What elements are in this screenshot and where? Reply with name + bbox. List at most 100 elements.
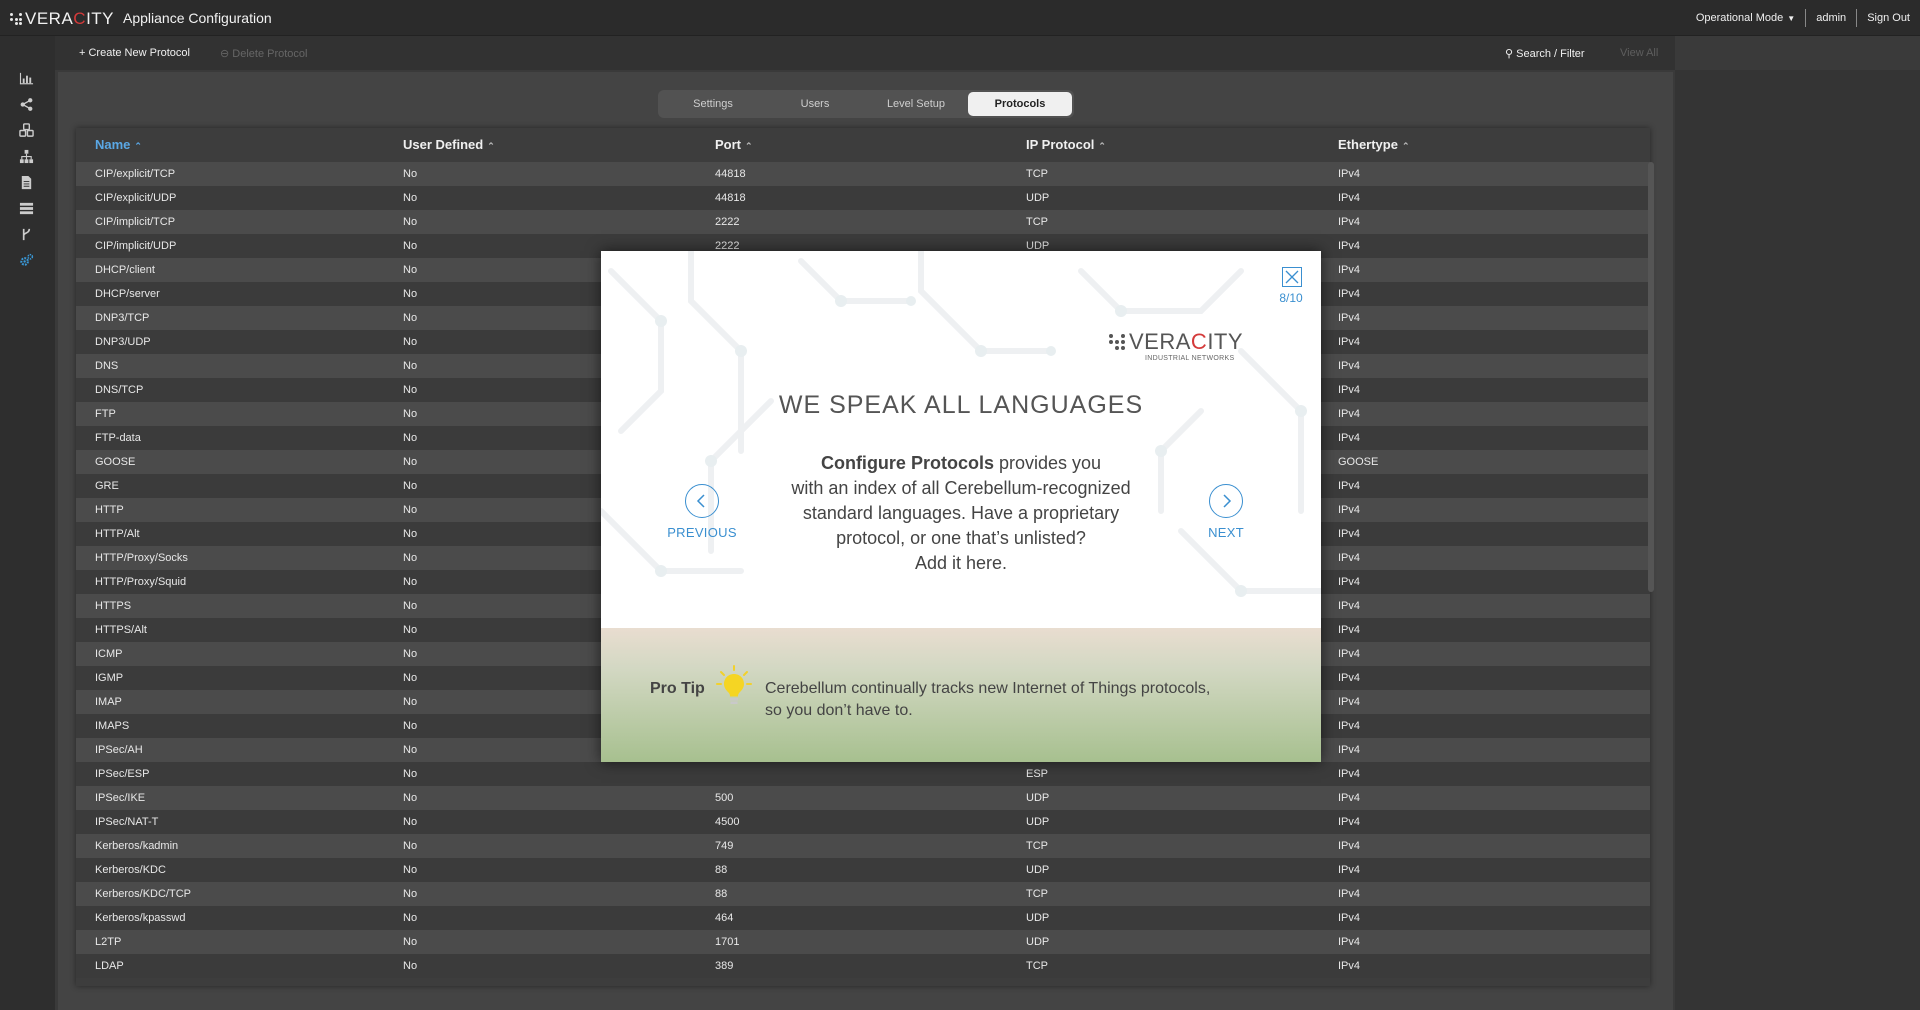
table-cell: IPv4 <box>1338 720 1361 732</box>
table-cell: 4500 <box>715 816 740 828</box>
table-cell: No <box>403 264 418 276</box>
veracity-logo[interactable]: VERACITY <box>10 9 114 29</box>
bar-chart-icon[interactable] <box>18 70 35 87</box>
table-cell: IPv4 <box>1338 480 1361 492</box>
column-header-ip-protocol[interactable]: IP Protocol ⌃ <box>1026 137 1106 152</box>
table-cell: No <box>403 432 418 444</box>
body-line: provides you <box>993 453 1102 473</box>
sign-out-link[interactable]: Sign Out <box>1857 12 1920 24</box>
config-tabs: Settings Users Level Setup Protocols <box>658 90 1074 118</box>
tab-protocols[interactable]: Protocols <box>968 92 1072 116</box>
table-cell: IPv4 <box>1338 624 1361 636</box>
sort-arrow-icon: ⌃ <box>487 141 495 151</box>
view-all-button[interactable]: View All <box>1620 47 1658 59</box>
table-row[interactable]: LDAP No 389 TCP IPv4 <box>76 954 1650 978</box>
table-cell: IMAP <box>95 696 122 708</box>
table-cell: No <box>403 528 418 540</box>
table-row[interactable]: L2TP No 1701 UDP IPv4 <box>76 930 1650 954</box>
logo-wordmark: VERACITY <box>25 9 115 28</box>
table-cell: No <box>403 816 418 828</box>
table-cell: IPv4 <box>1338 192 1361 204</box>
next-button[interactable]: NEXT <box>1176 484 1276 540</box>
table-cell: CIP/implicit/UDP <box>95 240 177 252</box>
user-menu[interactable]: admin <box>1806 12 1856 24</box>
table-row[interactable]: Kerberos/kadmin No 749 TCP IPv4 <box>76 834 1650 858</box>
table-row[interactable]: Kerberos/KDC No 88 UDP IPv4 <box>76 858 1650 882</box>
tab-settings[interactable]: Settings <box>660 92 766 116</box>
search-filter-button[interactable]: ⚲ Search / Filter <box>1505 47 1585 60</box>
mode-dropdown[interactable]: Operational Mode ▼ <box>1686 12 1805 24</box>
column-header-port[interactable]: Port ⌃ <box>715 137 753 152</box>
column-header-name[interactable]: Name ⌃ <box>95 137 142 152</box>
table-cell: No <box>403 360 418 372</box>
share-icon[interactable] <box>18 96 35 113</box>
table-cell: IPv4 <box>1338 552 1361 564</box>
logo-subtitle: INDUSTRIAL NETWORKS <box>1145 355 1235 362</box>
table-row[interactable]: Kerberos/KDC/TCP No 88 TCP IPv4 <box>76 882 1650 906</box>
right-pane <box>1675 70 1920 1010</box>
table-cell: Kerberos/kadmin <box>95 840 179 852</box>
table-cell: No <box>403 552 418 564</box>
column-header-user-defined[interactable]: User Defined ⌃ <box>403 137 495 152</box>
column-header-ethertype[interactable]: Ethertype ⌃ <box>1338 137 1410 152</box>
tab-level-setup[interactable]: Level Setup <box>864 92 968 116</box>
table-cell: TCP <box>1026 216 1048 228</box>
delete-protocol-button[interactable]: ⊖ Delete Protocol <box>220 47 307 60</box>
table-cell: No <box>403 744 418 756</box>
table-row[interactable]: IPSec/ESP No ESP IPv4 <box>76 762 1650 786</box>
document-icon[interactable] <box>18 174 35 191</box>
create-protocol-button[interactable]: + Create New Protocol <box>79 47 190 59</box>
table-cell: 500 <box>715 792 734 804</box>
table-cell: IPv4 <box>1338 648 1361 660</box>
toolbar: + Create New Protocol ⊖ Delete Protocol … <box>55 36 1675 70</box>
table-cell: No <box>403 240 418 252</box>
table-row[interactable]: IPSec/NAT-T No 4500 UDP IPv4 <box>76 810 1650 834</box>
table-cell: UDP <box>1026 912 1050 924</box>
table-cell: HTTP <box>95 504 124 516</box>
close-button[interactable] <box>1282 267 1302 287</box>
server-icon[interactable] <box>18 200 35 217</box>
table-row[interactable]: CIP/implicit/TCP No 2222 TCP IPv4 <box>76 210 1650 234</box>
table-cell: DNP3/TCP <box>95 312 150 324</box>
top-right-menu: Operational Mode ▼ admin Sign Out <box>1686 0 1920 36</box>
modal-body-text: Configure Protocols provides you with an… <box>761 451 1161 576</box>
table-cell: No <box>403 672 418 684</box>
table-cell: IPSec/AH <box>95 744 143 756</box>
table-cell: IPv4 <box>1338 936 1361 948</box>
branch-icon[interactable] <box>18 226 35 243</box>
table-cell: Kerberos/KDC <box>95 864 166 876</box>
tip-line: so you don’t have to. <box>765 702 913 719</box>
table-cell: IPv4 <box>1338 576 1361 588</box>
tab-users[interactable]: Users <box>766 92 864 116</box>
table-scrollbar[interactable] <box>1648 162 1654 592</box>
table-cell: Kerberos/KDC/TCP <box>95 888 191 900</box>
table-cell: No <box>403 336 418 348</box>
cubes-icon[interactable] <box>18 122 35 139</box>
table-cell: IPv4 <box>1338 312 1361 324</box>
table-cell: UDP <box>1026 792 1050 804</box>
table-row[interactable]: IPSec/IKE No 500 UDP IPv4 <box>76 786 1650 810</box>
chevron-right-icon <box>1209 484 1243 518</box>
settings-gears-icon[interactable] <box>18 252 35 269</box>
table-cell: No <box>403 864 418 876</box>
previous-button[interactable]: PREVIOUS <box>652 484 752 540</box>
table-row[interactable]: Kerberos/kpasswd No 464 UDP IPv4 <box>76 906 1650 930</box>
previous-label: PREVIOUS <box>667 525 737 540</box>
table-cell: No <box>403 840 418 852</box>
sidebar <box>0 36 55 1010</box>
table-row[interactable]: CIP/explicit/UDP No 44818 UDP IPv4 <box>76 186 1650 210</box>
table-cell: UDP <box>1026 936 1050 948</box>
table-cell: IPv4 <box>1338 792 1361 804</box>
table-row[interactable]: CIP/explicit/TCP No 44818 TCP IPv4 <box>76 162 1650 186</box>
table-cell: L2TP <box>95 936 122 948</box>
table-cell: No <box>403 576 418 588</box>
table-cell: IPv4 <box>1338 768 1361 780</box>
table-cell: IPv4 <box>1338 240 1361 252</box>
table-cell: IPv4 <box>1338 384 1361 396</box>
table-cell: No <box>403 192 418 204</box>
table-cell: IPv4 <box>1338 864 1361 876</box>
sitemap-icon[interactable] <box>18 148 35 165</box>
table-cell: IPv4 <box>1338 600 1361 612</box>
table-cell: No <box>403 720 418 732</box>
body-line: Add it here. <box>914 553 1008 573</box>
